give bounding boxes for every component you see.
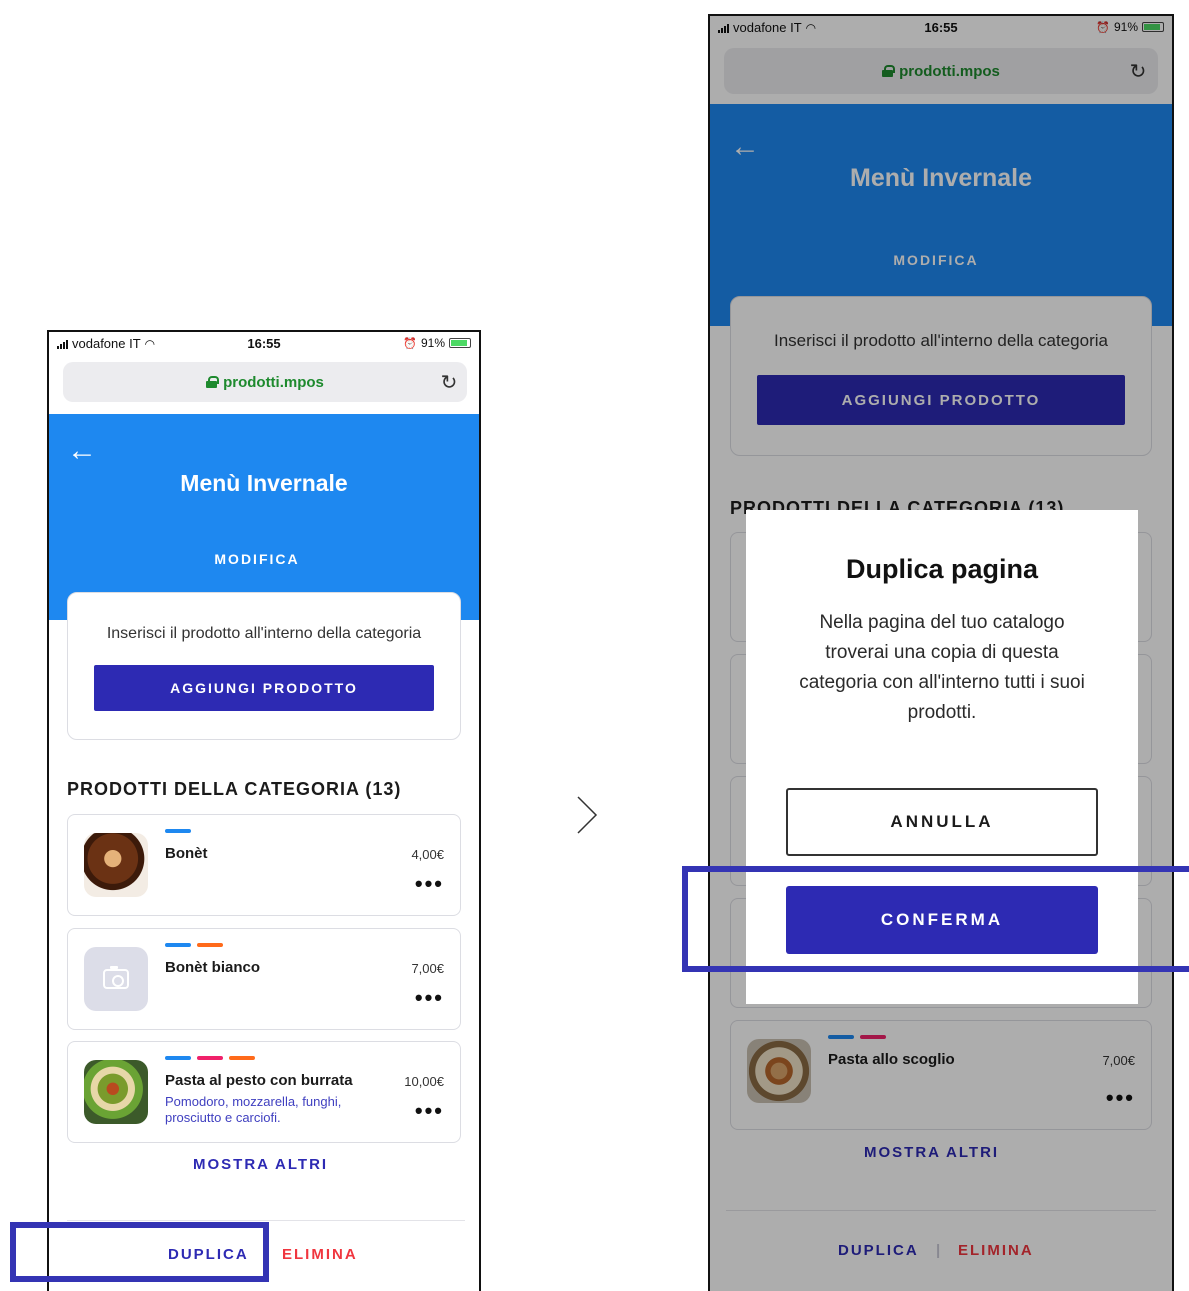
more-options-icon[interactable]: ••• [415, 987, 444, 1009]
delete-button[interactable]: ELIMINA [282, 1246, 358, 1263]
product-card[interactable]: Pasta al pesto con burrata Pomodoro, moz… [67, 1041, 461, 1143]
page-header: ← Menù Invernale MODIFICA [49, 414, 479, 620]
product-price: 10,00€ [404, 1074, 444, 1089]
add-product-card: Inserisci il prodotto all'interno della … [67, 592, 461, 740]
dialog-message: Nella pagina del tuo catalogo troverai u… [799, 612, 1085, 723]
divider [67, 1220, 465, 1221]
camera-icon [103, 966, 129, 989]
product-name: Bonèt [165, 845, 208, 862]
battery-icon [449, 338, 471, 348]
phone-screen-left: vodafone IT ◠ 16:55 ⏰ 91% prodotti.mpos … [47, 330, 481, 1291]
url-text: prodotti.mpos [223, 373, 324, 391]
duplicate-highlight-box [10, 1222, 269, 1282]
product-photo [84, 1060, 148, 1124]
product-tags [165, 943, 223, 947]
phone-screen-right: vodafone IT ◠ 16:55 ⏰ 91% prodotti.mpos … [708, 14, 1174, 1291]
back-arrow-icon[interactable]: ← [67, 436, 97, 466]
product-description: Pomodoro, mozzarella, funghi, prosciutto… [165, 1094, 342, 1125]
products-section-title: PRODOTTI DELLA CATEGORIA (13) [67, 779, 402, 799]
product-card[interactable]: Bonèt bianco 7,00€ ••• [67, 928, 461, 1030]
add-product-hint: Inserisci il prodotto all'interno della … [106, 625, 422, 642]
product-tags [165, 829, 191, 833]
lock-icon [206, 376, 220, 388]
product-photo [84, 833, 148, 897]
address-bar[interactable]: prodotti.mpos ↻ [63, 362, 467, 402]
product-photo-placeholder [84, 947, 148, 1011]
battery-percent: 91% [420, 336, 445, 350]
product-tags [165, 1056, 255, 1060]
add-product-button[interactable]: AGGIUNGI PRODOTTO [94, 665, 434, 711]
cancel-button[interactable]: ANNULLA [786, 788, 1098, 856]
alarm-icon: ⏰ [403, 337, 417, 350]
chevron-right-icon [577, 796, 598, 834]
product-name: Pasta al pesto con burrata [165, 1072, 353, 1089]
product-price: 7,00€ [411, 961, 444, 976]
show-more-button[interactable]: MOSTRA ALTRI [193, 1156, 328, 1173]
product-name: Bonèt bianco [165, 959, 261, 976]
product-card[interactable]: Bonèt 4,00€ ••• [67, 814, 461, 916]
confirm-highlight-box [682, 866, 1189, 972]
reload-icon[interactable]: ↻ [439, 362, 459, 402]
page-title: Menù Invernale [180, 470, 348, 496]
product-price: 4,00€ [411, 847, 444, 862]
edit-button[interactable]: MODIFICA [49, 551, 479, 567]
more-options-icon[interactable]: ••• [415, 1100, 444, 1122]
status-bar: vodafone IT ◠ 16:55 ⏰ 91% [49, 332, 479, 354]
more-options-icon[interactable]: ••• [415, 873, 444, 895]
dialog-title: Duplica pagina [845, 554, 1039, 584]
